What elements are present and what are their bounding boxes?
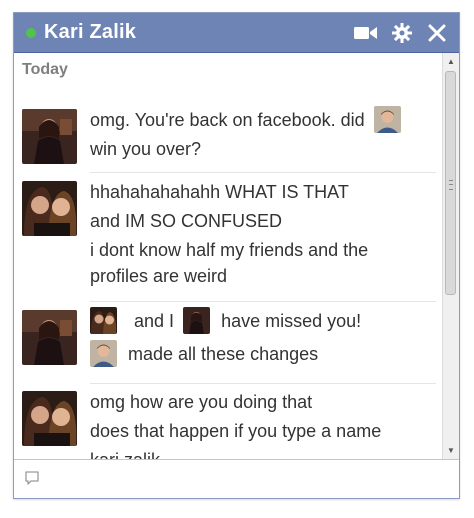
contact-name[interactable]: Kari Zalik [44,21,136,44]
profile-picture[interactable] [90,339,117,367]
message-text: omg. You're back on facebook. did [90,110,365,130]
scrollbar[interactable]: ▲ ▼ [442,53,459,460]
message-line: win you over? [90,138,202,159]
divider [90,172,436,173]
profile-picture[interactable] [90,306,117,334]
avatar[interactable] [22,181,77,236]
grip-icon [449,180,453,190]
message-line: hhahahahahahh WHAT IS THAT [90,182,349,202]
message-line: omg how are you doing that [90,392,313,412]
chat-window: Kari Zalik Today omg. You're back on fac… [13,12,460,499]
gear-icon[interactable] [391,22,413,44]
avatar[interactable] [22,391,77,446]
avatar[interactable] [22,109,77,164]
message-list[interactable]: Today omg. You're back on facebook. did [14,53,442,460]
composer [14,459,459,498]
video-camera-icon[interactable] [353,24,379,42]
message-line: profiles are weird [90,266,228,286]
divider [90,301,436,302]
message-line: i dont know half my friends and the [90,240,369,260]
profile-picture[interactable] [183,306,211,334]
day-label: Today [22,61,68,78]
message-line: omg. You're back on facebook. did [90,105,434,135]
message-line: made all these changes [90,339,434,369]
chat-bubble-icon [24,470,40,486]
message-line: and IM SO CONFUSED [90,211,283,231]
avatar[interactable] [22,310,77,365]
message-text: have missed you! [221,311,362,331]
scroll-up-arrow-icon[interactable]: ▲ [446,57,456,67]
scrollbar-thumb[interactable] [445,71,456,295]
message-text: and I [134,311,175,331]
scroll-down-arrow-icon[interactable]: ▼ [446,446,456,456]
online-status-dot [26,27,36,38]
message-line: kari zalik [90,450,161,460]
chat-titlebar[interactable]: Kari Zalik [14,13,459,53]
close-icon[interactable] [427,23,447,43]
message-input[interactable] [48,466,449,492]
message-line: does that happen if you type a name [90,421,382,441]
profile-picture[interactable] [373,105,401,133]
message-text: made all these changes [128,343,319,364]
divider [90,383,436,384]
message-line: and I have missed you! [90,306,434,336]
